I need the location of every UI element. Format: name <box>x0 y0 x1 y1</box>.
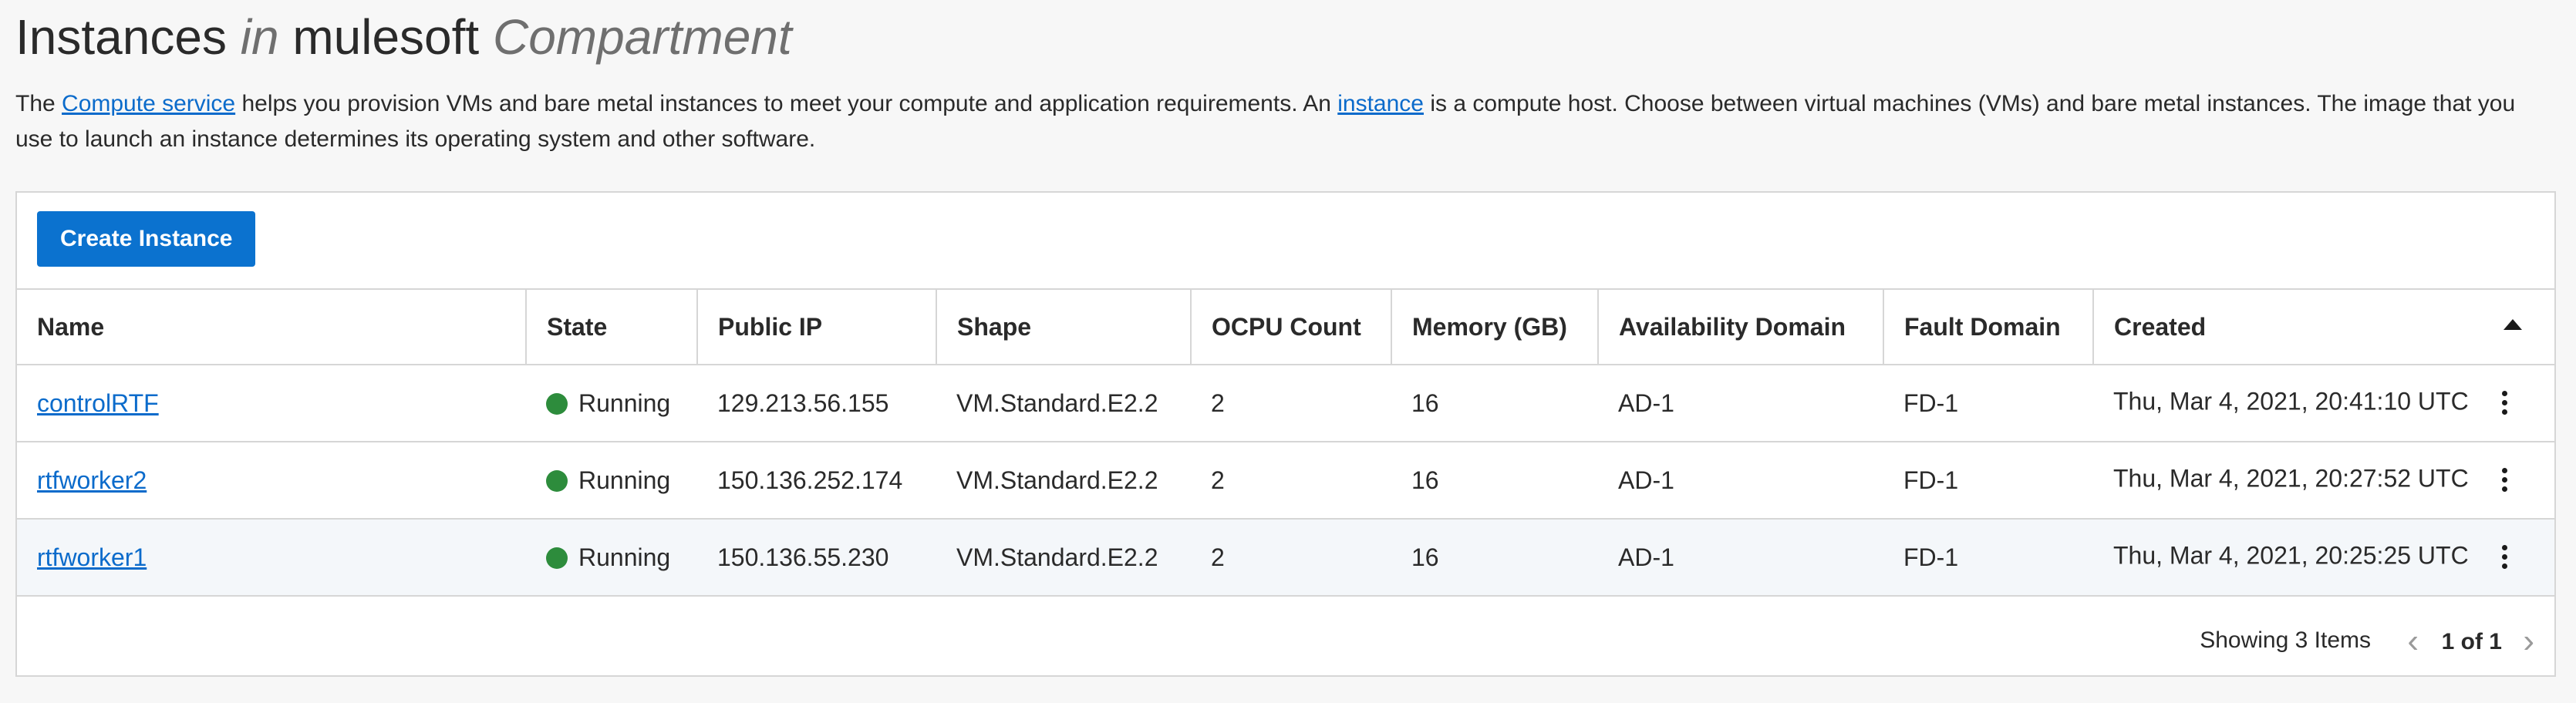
status-dot-icon <box>546 469 568 492</box>
table-row: controlRTF Running 129.213.56.155 VM.Sta… <box>17 365 2554 442</box>
column-header-name[interactable]: Name <box>17 288 527 365</box>
page-title: Instances in mulesoft Compartment <box>15 6 792 68</box>
cell-public-ip: 150.136.55.230 <box>697 519 936 597</box>
column-header-created[interactable]: Created <box>2093 288 2554 365</box>
cell-shape: VM.Standard.E2.2 <box>936 519 1191 597</box>
column-header-availability-domain[interactable]: Availability Domain <box>1598 288 1884 365</box>
status-dot-icon <box>546 392 568 415</box>
cell-availability-domain: AD-1 <box>1598 519 1883 597</box>
cell-fault-domain: FD-1 <box>1883 519 2093 597</box>
cell-memory: 16 <box>1391 442 1598 520</box>
cell-fault-domain: FD-1 <box>1883 442 2093 520</box>
instances-page: Instances in mulesoft Compartment The Co… <box>0 0 2576 703</box>
column-header-created-label: Created <box>2114 312 2207 341</box>
cell-ocpu: 2 <box>1191 365 1391 442</box>
cell-availability-domain: AD-1 <box>1598 365 1883 442</box>
intro-text-1: The <box>15 91 62 116</box>
state-text: Running <box>578 388 671 417</box>
title-compartment-name: mulesoft <box>278 9 493 65</box>
column-header-memory[interactable]: Memory (GB) <box>1391 288 1599 365</box>
created-text: Thu, Mar 4, 2021, 20:27:52 UTC <box>2113 464 2469 493</box>
instances-table: Name State Public IP Shape OCPU Count Me… <box>17 288 2554 597</box>
column-header-shape[interactable]: Shape <box>936 288 1192 365</box>
state-text: Running <box>578 466 671 494</box>
showing-items-text: Showing 3 Items <box>2200 627 2371 653</box>
table-footer: Showing 3 Items ‹ 1 of 1 › <box>17 609 2554 675</box>
cell-ocpu: 2 <box>1191 519 1391 597</box>
instance-link[interactable]: instance <box>1337 91 1424 116</box>
cell-created: Thu, Mar 4, 2021, 20:41:10 UTC <box>2093 365 2554 442</box>
kebab-menu-icon[interactable] <box>2489 460 2520 500</box>
sort-ascending-icon[interactable] <box>2504 319 2522 330</box>
cell-fault-domain: FD-1 <box>1883 365 2093 442</box>
cell-availability-domain: AD-1 <box>1598 442 1883 520</box>
intro-paragraph: The Compute service helps you provision … <box>15 86 2553 157</box>
page-indicator: 1 of 1 <box>2441 629 2502 654</box>
cell-name: rtfworker2 <box>17 442 526 520</box>
state-text: Running <box>578 543 671 571</box>
cell-created: Thu, Mar 4, 2021, 20:27:52 UTC <box>2093 442 2554 520</box>
intro-text-2: helps you provision VMs and bare metal i… <box>235 91 1338 116</box>
compute-service-link[interactable]: Compute service <box>62 91 235 116</box>
title-compartment: Compartment <box>492 9 792 65</box>
chevron-right-icon[interactable]: › <box>2523 624 2534 658</box>
instances-panel: Create Instance Name State Public IP Sha… <box>15 191 2556 677</box>
cell-ocpu: 2 <box>1191 442 1391 520</box>
cell-state: Running <box>526 519 697 597</box>
cell-shape: VM.Standard.E2.2 <box>936 365 1191 442</box>
cell-state: Running <box>526 365 697 442</box>
title-instances: Instances <box>15 9 241 65</box>
cell-public-ip: 150.136.252.174 <box>697 442 936 520</box>
cell-created: Thu, Mar 4, 2021, 20:25:25 UTC <box>2093 519 2554 597</box>
column-header-ocpu-count[interactable]: OCPU Count <box>1191 288 1392 365</box>
instance-name-link[interactable]: rtfworker1 <box>37 543 147 571</box>
cell-public-ip: 129.213.56.155 <box>697 365 936 442</box>
kebab-menu-icon[interactable] <box>2489 537 2520 577</box>
cell-memory: 16 <box>1391 519 1598 597</box>
cell-name: controlRTF <box>17 365 526 442</box>
status-dot-icon <box>546 547 568 569</box>
cell-state: Running <box>526 442 697 520</box>
cell-name: rtfworker1 <box>17 519 526 597</box>
chevron-left-icon[interactable]: ‹ <box>2407 624 2419 658</box>
table-header-row: Name State Public IP Shape OCPU Count Me… <box>17 288 2554 365</box>
table-row: rtfworker2 Running 150.136.252.174 VM.St… <box>17 442 2554 520</box>
created-text: Thu, Mar 4, 2021, 20:41:10 UTC <box>2113 387 2469 415</box>
cell-memory: 16 <box>1391 365 1598 442</box>
created-text: Thu, Mar 4, 2021, 20:25:25 UTC <box>2113 541 2469 570</box>
instance-name-link[interactable]: controlRTF <box>37 389 159 417</box>
kebab-menu-icon[interactable] <box>2489 383 2520 423</box>
column-header-fault-domain[interactable]: Fault Domain <box>1883 288 2094 365</box>
title-in: in <box>240 9 279 65</box>
column-header-public-ip[interactable]: Public IP <box>697 288 937 365</box>
table-row: rtfworker1 Running 150.136.55.230 VM.Sta… <box>17 519 2554 597</box>
create-instance-button[interactable]: Create Instance <box>37 211 256 267</box>
column-header-state[interactable]: State <box>526 288 698 365</box>
instance-name-link[interactable]: rtfworker2 <box>37 466 147 494</box>
cell-shape: VM.Standard.E2.2 <box>936 442 1191 520</box>
